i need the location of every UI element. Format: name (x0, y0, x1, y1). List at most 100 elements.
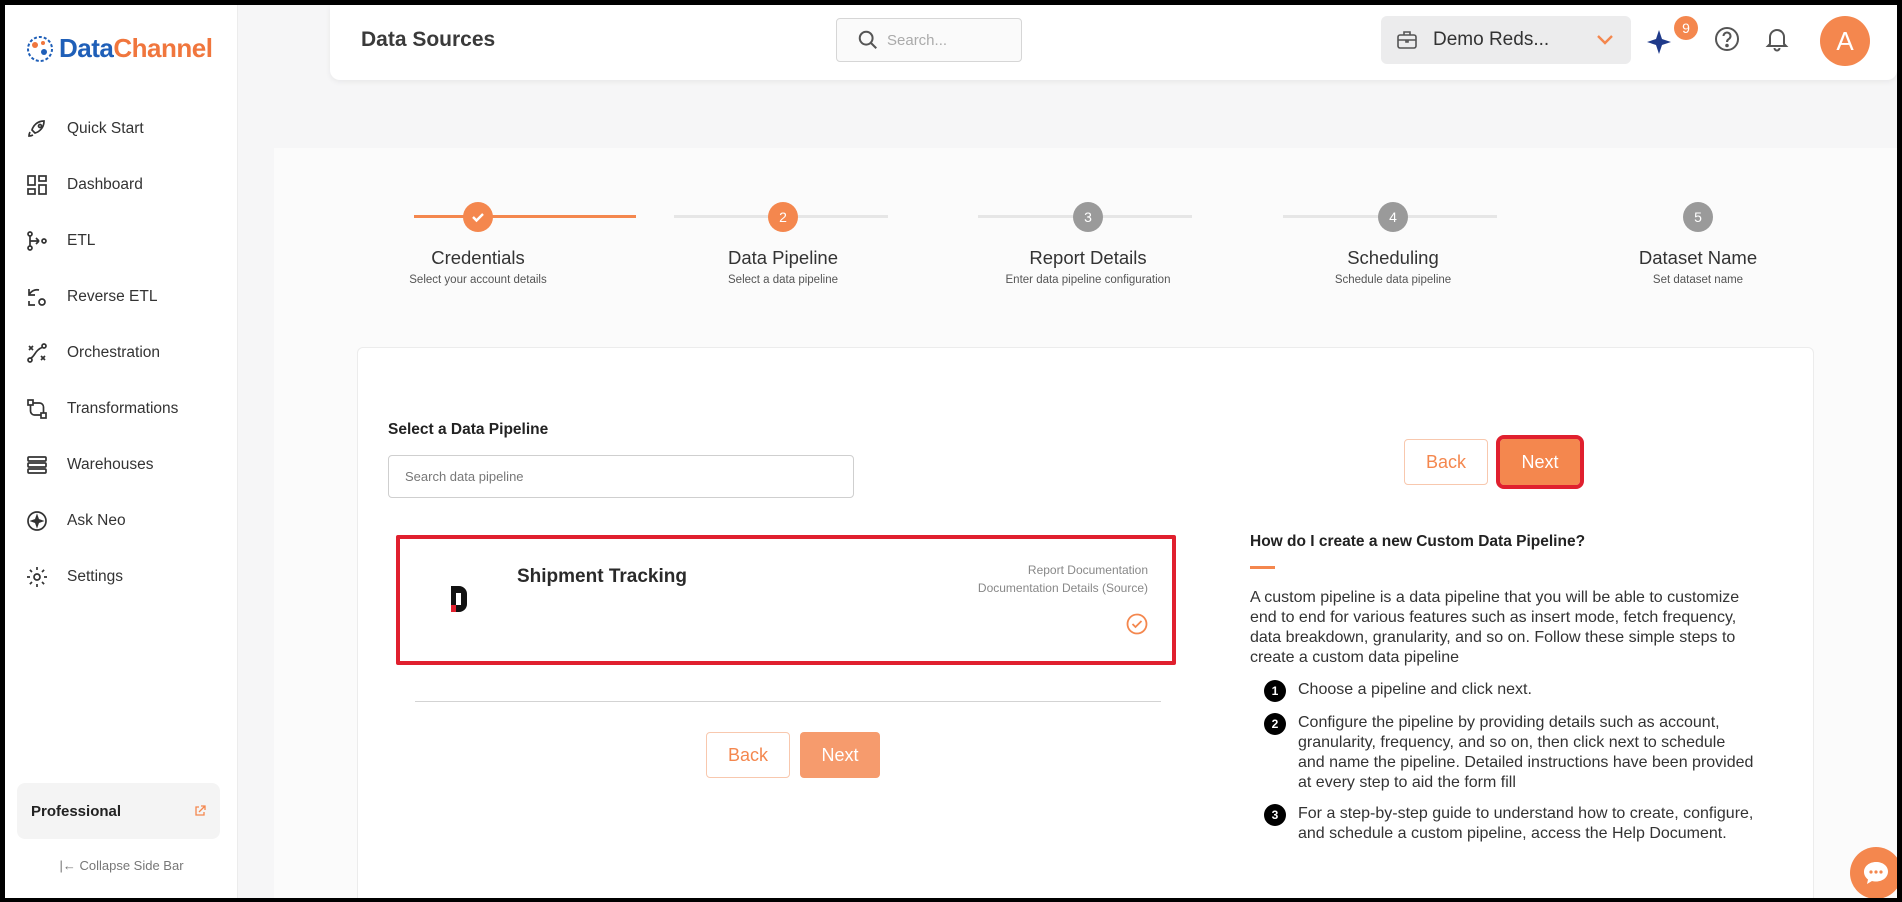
sidebar-item-etl[interactable]: ETL (5, 213, 238, 269)
help-step-number: 1 (1264, 680, 1286, 702)
pipeline-selection-card: Select a Data Pipeline Search data pipel… (357, 347, 1814, 898)
report-documentation-link[interactable]: Report Documentation (1028, 563, 1148, 577)
sidebar-item-label: Orchestration (67, 344, 161, 361)
collapse-label: Collapse Side Bar (79, 858, 184, 873)
chat-widget-button[interactable] (1850, 847, 1897, 898)
ask-neo-icon (27, 511, 47, 531)
step-connector (414, 215, 636, 218)
sidebar-item-ask-neo[interactable]: Ask Neo (5, 493, 238, 549)
logo-icon (27, 35, 53, 62)
help-title: How do I create a new Custom Data Pipeli… (1250, 533, 1586, 550)
collapse-sidebar-button[interactable]: |← Collapse Side Bar (5, 858, 238, 873)
pipeline-logo-icon (451, 586, 467, 612)
select-pipeline-label: Select a Data Pipeline (388, 421, 549, 438)
reverse-etl-icon (28, 288, 46, 306)
transformations-icon (27, 399, 47, 419)
gear-icon (27, 567, 47, 587)
sidebar-item-label: ETL (67, 232, 96, 249)
search-icon (858, 30, 877, 49)
notification-count-badge: 9 (1674, 16, 1698, 40)
next-button-top[interactable]: Next (1496, 435, 1584, 489)
sidebar-item-quick-start[interactable]: Quick Start (5, 101, 238, 157)
external-link-icon[interactable] (194, 805, 206, 817)
next-button-bottom[interactable]: Next (800, 732, 880, 778)
pipeline-card-shipment-tracking[interactable]: Shipment Tracking Report Documentation D… (396, 535, 1176, 665)
step-subtitle: Select your account details (409, 274, 547, 286)
workspace-name: Demo Reds... (1433, 29, 1550, 50)
help-steps-list: 1 Choose a pipeline and click next. 2 Co… (1264, 680, 1754, 855)
step-title: Credentials (431, 247, 525, 268)
divider (415, 701, 1161, 702)
sidebar-item-reverse-etl[interactable]: Reverse ETL (5, 269, 238, 325)
sidebar-item-label: Settings (67, 568, 124, 585)
bell-icon[interactable] (1764, 25, 1790, 53)
warehouse-icon (27, 456, 47, 474)
back-button-top[interactable]: Back (1404, 439, 1488, 485)
wizard-stepper: 2 3 4 5 Credentials Select your account … (274, 148, 1897, 288)
search-placeholder: Search... (887, 31, 948, 49)
step-2-circle[interactable]: 2 (768, 202, 798, 232)
top-header: Data Sources Search... Demo Reds... 9 A (330, 5, 1897, 80)
step-1-done[interactable] (463, 202, 493, 232)
plan-card[interactable]: Professional (17, 783, 220, 839)
chat-icon (1864, 862, 1888, 884)
help-step: 1 Choose a pipeline and click next. (1264, 680, 1754, 702)
step-subtitle: Select a data pipeline (728, 274, 838, 286)
main-panel: 2 3 4 5 Credentials Select your account … (274, 148, 1897, 898)
back-button-bottom[interactable]: Back (706, 732, 790, 778)
help-step: 3 For a step-by-step guide to understand… (1264, 804, 1754, 844)
sidebar-item-orchestration[interactable]: Orchestration (5, 325, 238, 381)
step-5-circle: 5 (1683, 202, 1713, 232)
help-step-text: Choose a pipeline and click next. (1298, 681, 1532, 698)
help-icon[interactable] (1713, 25, 1741, 53)
plan-name: Professional (31, 802, 122, 820)
help-step-text: For a step-by-step guide to understand h… (1298, 805, 1754, 842)
sidebar-nav: Quick Start Dashboard ETL Reverse ETL Or… (5, 101, 238, 605)
step-title: Dataset Name (1638, 247, 1758, 268)
step-subtitle: Enter data pipeline configuration (1005, 274, 1171, 286)
selected-check-icon (1126, 613, 1148, 635)
orchestration-icon (27, 343, 47, 363)
briefcase-icon (1397, 31, 1417, 49)
help-step-number: 3 (1264, 804, 1286, 826)
logo-text: DataChannel (59, 33, 213, 63)
collapse-icon: |← (59, 858, 80, 873)
dashboard-icon (27, 175, 47, 195)
global-search-input[interactable]: Search... (836, 18, 1022, 62)
step-subtitle: Schedule data pipeline (1334, 274, 1452, 286)
check-icon (472, 213, 484, 223)
help-intro: A custom pipeline is a data pipeline tha… (1250, 589, 1740, 666)
help-accent-bar (1250, 566, 1275, 569)
chevron-down-icon (1597, 35, 1613, 45)
etl-icon (27, 231, 47, 251)
page-title: Data Sources (361, 28, 496, 51)
rocket-icon (28, 120, 45, 137)
logo[interactable]: DataChannel (25, 33, 213, 64)
step-title: Scheduling (1347, 247, 1439, 268)
sidebar-item-settings[interactable]: Settings (5, 549, 238, 605)
sidebar-item-label: Quick Start (67, 120, 144, 137)
sparkle-icon[interactable] (1645, 27, 1673, 57)
sidebar-item-label: Transformations (67, 400, 179, 417)
step-3-circle: 3 (1073, 202, 1103, 232)
step-title: Data Pipeline (727, 247, 839, 268)
sidebar-item-label: Reverse ETL (67, 288, 158, 305)
sidebar: DataChannel Quick Start Dashboard ETL Re… (5, 5, 238, 898)
user-avatar[interactable]: A (1820, 16, 1870, 66)
sidebar-item-label: Ask Neo (67, 512, 126, 529)
help-step-text: Configure the pipeline by providing deta… (1298, 714, 1754, 791)
documentation-details-link[interactable]: Documentation Details (Source) (978, 581, 1148, 595)
sidebar-item-label: Warehouses (67, 456, 154, 473)
sidebar-item-transformations[interactable]: Transformations (5, 381, 238, 437)
workspace-selector[interactable]: Demo Reds... (1381, 16, 1631, 64)
step-title: Report Details (1029, 247, 1147, 268)
pipeline-name: Shipment Tracking (517, 566, 687, 587)
sidebar-item-dashboard[interactable]: Dashboard (5, 157, 238, 213)
sidebar-item-warehouses[interactable]: Warehouses (5, 437, 238, 493)
app-window: DataChannel Quick Start Dashboard ETL Re… (5, 5, 1897, 898)
help-step-number: 2 (1264, 713, 1286, 735)
sidebar-item-label: Dashboard (67, 176, 143, 193)
pipeline-search-input[interactable]: Search data pipeline (388, 455, 854, 498)
help-step: 2 Configure the pipeline by providing de… (1264, 713, 1754, 793)
step-subtitle: Set dataset name (1652, 274, 1744, 286)
